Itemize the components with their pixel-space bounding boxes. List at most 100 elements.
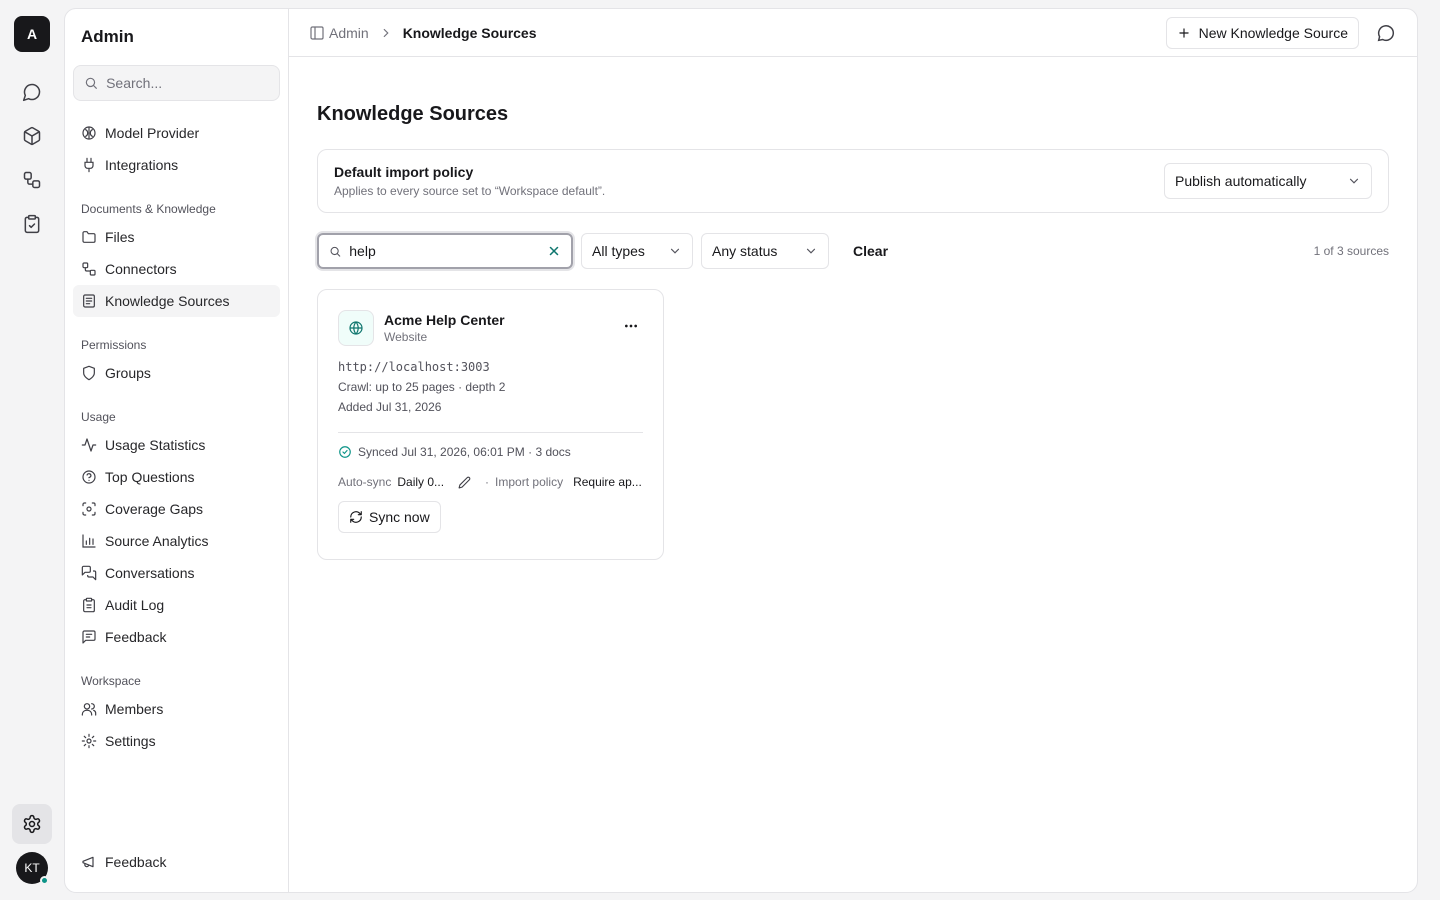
breadcrumb-root[interactable]: Admin — [329, 25, 369, 41]
more-horizontal-icon — [625, 324, 637, 328]
folder-icon — [82, 231, 96, 243]
sidebar-item-model-provider[interactable]: Model Provider — [73, 117, 280, 149]
import-policy-select[interactable]: Publish automatically — [1164, 163, 1372, 199]
sidebar-item-label: Groups — [105, 365, 151, 381]
results-count: 1 of 3 sources — [1313, 244, 1389, 258]
sidebar-item-connectors[interactable]: Connectors — [73, 253, 280, 285]
source-type: Website — [384, 330, 428, 344]
nav-top: Model Provider Integrations — [73, 117, 280, 181]
sidebar-search-input[interactable] — [106, 75, 269, 91]
new-knowledge-source-label: New Knowledge Source — [1198, 24, 1348, 41]
sidebar-item-integrations[interactable]: Integrations — [73, 149, 280, 181]
import-policy-card-value[interactable]: Require ap... — [573, 475, 642, 489]
sidebar-item-settings[interactable]: Settings — [73, 725, 280, 757]
cube-icon — [23, 126, 41, 146]
sidebar-item-source-analytics[interactable]: Source Analytics — [73, 525, 280, 557]
default-import-policy-panel: Default import policy Applies to every s… — [317, 149, 1389, 213]
sidebar-toggle-button[interactable] — [309, 25, 325, 41]
brain-icon — [82, 126, 96, 140]
source-actions-button[interactable] — [619, 314, 643, 338]
sidebar-item-conversations[interactable]: Conversations — [73, 557, 280, 589]
admin-sidebar: Admin Model Provider Integrations Docume… — [65, 9, 289, 892]
breadcrumb-current: Knowledge Sources — [402, 24, 537, 41]
sidebar-item-coverage-gaps[interactable]: Coverage Gaps — [73, 493, 280, 525]
source-crawl-settings: Crawl: up to 25 pages · depth 2 — [338, 380, 506, 394]
sync-status: Synced Jul 31, 2026, 06:01 PM · 3 docs — [338, 445, 643, 459]
workspace-logo[interactable]: A — [14, 16, 50, 52]
admin-rail-button[interactable] — [12, 804, 52, 844]
activity-icon — [81, 438, 97, 452]
shield-icon — [83, 365, 95, 381]
knowledge-source-card[interactable]: Acme Help Center Website http://localhos… — [317, 289, 664, 560]
clipboard-list-icon — [83, 597, 95, 613]
sidebar-item-usage-statistics[interactable]: Usage Statistics — [73, 429, 280, 461]
tasks-rail-button[interactable] — [12, 204, 52, 244]
filter-bar: All types Any status Clear 1 of 3 source… — [317, 233, 1389, 269]
meta-separator: · — [485, 475, 490, 489]
user-avatar[interactable]: KT — [16, 852, 49, 885]
sidebar-item-label: Top Questions — [105, 469, 195, 485]
status-filter-select[interactable]: Any status — [701, 233, 829, 269]
search-icon — [85, 77, 97, 89]
sidebar-item-top-questions[interactable]: Top Questions — [73, 461, 280, 493]
sidebar-item-audit-log[interactable]: Audit Log — [73, 589, 280, 621]
sidebar-item-label: Integrations — [105, 157, 179, 173]
main-content: Admin Knowledge Sources New Knowledge So… — [289, 9, 1417, 892]
sidebar-item-label: Connectors — [105, 261, 177, 277]
bar-chart-icon — [82, 534, 96, 548]
sidebar-item-files[interactable]: Files — [73, 221, 280, 253]
source-search-input[interactable] — [349, 243, 539, 259]
sidebar-item-label: Settings — [105, 733, 156, 749]
sidebar-item-feedback[interactable]: Feedback — [73, 621, 280, 653]
connectors-icon — [82, 262, 96, 276]
nav-group-documents: Documents & Knowledge Files Connectors K… — [73, 197, 280, 317]
autosync-label: Auto-sync — [338, 475, 392, 489]
user-initials: KT — [24, 861, 40, 875]
sidebar-item-label: Model Provider — [105, 125, 200, 141]
edit-autosync-button[interactable] — [458, 476, 471, 489]
sidebar-search[interactable] — [73, 65, 280, 101]
sidebar-item-label: Feedback — [105, 629, 167, 645]
globe-icon — [349, 321, 363, 335]
clear-search-button[interactable] — [547, 244, 561, 258]
breadcrumb: Admin Knowledge Sources — [329, 25, 537, 41]
sync-status-text: Synced Jul 31, 2026, 06:01 PM · 3 docs — [358, 445, 571, 459]
message-circle-icon — [1377, 24, 1395, 41]
clear-filters-button[interactable]: Clear — [847, 233, 894, 269]
pencil-icon — [458, 476, 471, 488]
sidebar-title: Admin — [81, 27, 134, 46]
sync-now-button[interactable]: Sync now — [338, 501, 441, 533]
sidebar-item-members[interactable]: Members — [73, 693, 280, 725]
sidebar-footer: Feedback — [73, 846, 280, 878]
card-divider — [338, 432, 643, 433]
sidebar-item-groups[interactable]: Groups — [73, 357, 280, 389]
page-title: Knowledge Sources — [317, 103, 509, 125]
policy-subtitle: Applies to every source set to “Workspac… — [334, 184, 606, 198]
new-knowledge-source-button[interactable]: New Knowledge Source — [1165, 16, 1359, 49]
import-policy-label: Import policy — [495, 475, 564, 489]
sidebar-item-label: Audit Log — [105, 597, 165, 613]
sidebar-item-knowledge-sources[interactable]: Knowledge Sources — [73, 285, 280, 317]
sidebar-item-label: Coverage Gaps — [105, 501, 204, 517]
chat-bubble-icon — [22, 83, 41, 102]
help-circle-icon — [82, 470, 96, 484]
group-label: Workspace — [81, 674, 141, 688]
nav-group-usage: Usage Usage Statistics Top Questions Cov… — [73, 405, 280, 653]
sidebar-item-label: Usage Statistics — [105, 437, 206, 453]
close-icon — [549, 246, 559, 256]
message-square-text-icon — [82, 630, 96, 644]
sidebar-item-label: Conversations — [105, 565, 195, 581]
sidebar-footer-feedback[interactable]: Feedback — [73, 846, 280, 878]
chevron-down-icon — [806, 248, 816, 254]
group-label: Permissions — [81, 338, 147, 352]
sidebar-footer-label: Feedback — [105, 854, 167, 870]
chat-rail-button[interactable] — [12, 72, 52, 112]
chevron-right-icon — [383, 28, 389, 37]
models-rail-button[interactable] — [12, 116, 52, 156]
type-filter-select[interactable]: All types — [581, 233, 693, 269]
source-search[interactable] — [317, 233, 573, 269]
workflows-rail-button[interactable] — [12, 160, 52, 200]
import-policy-value: Publish automatically — [1175, 173, 1307, 189]
assistant-chat-button[interactable] — [1375, 22, 1397, 44]
users-icon — [81, 703, 97, 716]
